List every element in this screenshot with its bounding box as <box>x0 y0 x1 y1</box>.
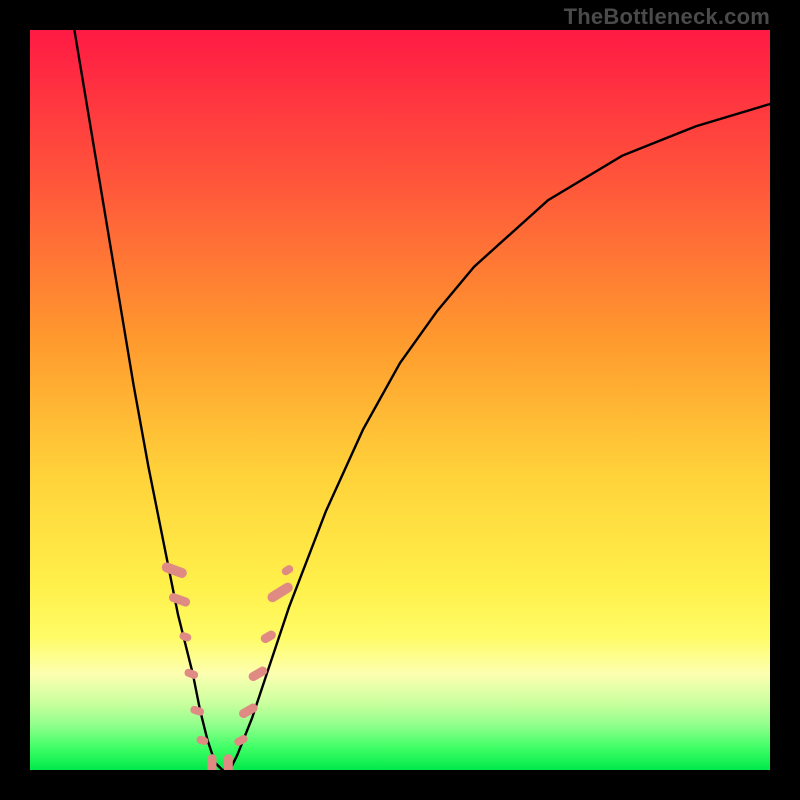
marker-layer <box>160 561 294 770</box>
curve-marker <box>168 592 192 608</box>
curve-marker <box>189 705 205 717</box>
curve-marker <box>208 754 217 770</box>
attribution-label: TheBottleneck.com <box>564 4 770 30</box>
curve-marker <box>160 561 188 579</box>
curve-marker <box>178 631 192 643</box>
chart-frame: TheBottleneck.com <box>0 0 800 800</box>
chart-svg <box>30 30 770 770</box>
curve-marker <box>224 754 233 770</box>
chart-plot-area <box>30 30 770 770</box>
curve-marker <box>266 581 295 604</box>
bottleneck-curve <box>74 30 770 770</box>
curve-marker <box>280 564 294 577</box>
curve-marker <box>259 629 277 645</box>
